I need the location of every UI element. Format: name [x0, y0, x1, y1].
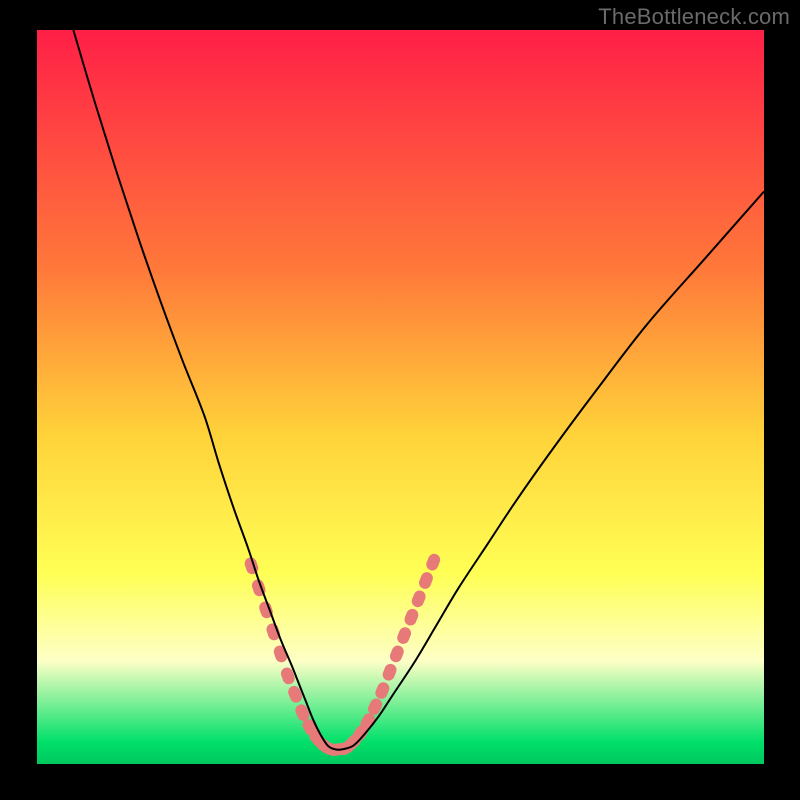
- plot-svg: [37, 30, 764, 764]
- plot-area: [37, 30, 764, 764]
- watermark-label: TheBottleneck.com: [598, 4, 790, 30]
- chart-frame: TheBottleneck.com: [0, 0, 800, 800]
